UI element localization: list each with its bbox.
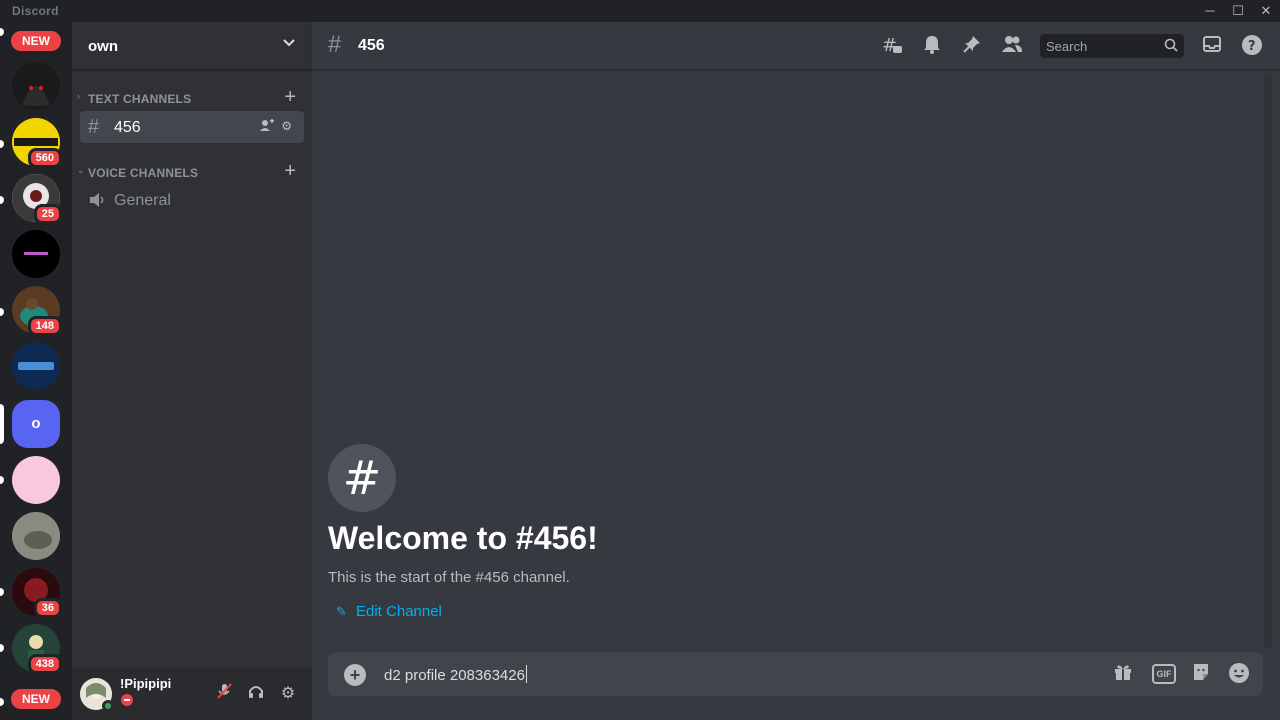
server-icon[interactable] (12, 342, 60, 390)
server-logo-icon (12, 342, 60, 390)
channel-hash-icon: # (328, 444, 396, 512)
cat-photo-icon (12, 512, 60, 560)
new-badge: NEW (8, 686, 64, 712)
dnd-status-icon (121, 694, 133, 706)
unread-indicator (0, 308, 4, 316)
server-logo-icon (12, 230, 60, 278)
unread-indicator (0, 588, 4, 596)
pin-icon[interactable] (960, 34, 984, 58)
channel-title: 456 (358, 37, 385, 54)
sticker-icon[interactable] (1189, 662, 1213, 686)
search-icon (1164, 38, 1178, 52)
maximize-button[interactable]: ☐ (1224, 0, 1252, 22)
user-panel: !Pipipipi ⚙ (72, 668, 312, 720)
server-header[interactable]: own (72, 22, 312, 70)
close-button[interactable]: ✕ (1252, 0, 1280, 22)
channel-456[interactable]: # 456 ⚙ (80, 111, 304, 143)
message-input-value: d2 profile 208363426 (384, 667, 525, 684)
user-settings-gear-icon[interactable]: ⚙ (276, 682, 300, 706)
server-icon[interactable]: 438 (12, 624, 62, 674)
create-channel-icon[interactable]: + (284, 161, 296, 181)
server-icon[interactable] (12, 62, 60, 110)
message-composer[interactable]: + d2 profile 208363426 GIF (328, 652, 1263, 696)
channel-sidebar: own › TEXT CHANNELS + # 456 ⚙ ⌄ VOICE CH… (72, 22, 312, 720)
unread-indicator (0, 140, 4, 148)
server-icon[interactable]: 148 (12, 286, 62, 336)
minimize-button[interactable]: ─ (1196, 0, 1224, 22)
create-channel-icon[interactable]: + (284, 87, 296, 107)
speaker-icon (88, 189, 106, 214)
category-voice-channels[interactable]: ⌄ VOICE CHANNELS + (72, 161, 312, 182)
edit-channel-link[interactable]: ✎ Edit Channel (336, 603, 442, 620)
server-list: NEW 560 25 148 o 36 438 NEW (0, 22, 72, 720)
username: !Pipipipi (120, 676, 172, 691)
online-status-icon (102, 700, 114, 712)
headphones-icon[interactable] (244, 682, 268, 706)
server-icon[interactable]: 560 (12, 118, 62, 168)
attach-plus-icon[interactable]: + (344, 664, 366, 686)
channel-name: 456 (114, 119, 141, 136)
invite-icon[interactable] (260, 119, 274, 134)
unread-indicator (0, 476, 4, 484)
server-icon[interactable] (12, 230, 60, 278)
new-badge: NEW (8, 28, 64, 54)
unread-indicator (0, 196, 4, 204)
hash-icon: # (328, 31, 342, 58)
emoji-icon[interactable] (1227, 662, 1251, 686)
message-input[interactable]: d2 profile 208363426 (384, 665, 527, 684)
member-list-icon[interactable] (1000, 34, 1024, 58)
app-name: Discord (12, 4, 59, 18)
unread-indicator (0, 698, 4, 706)
search-input[interactable] (1040, 34, 1160, 58)
text-caret (525, 665, 527, 683)
category-label: TEXT CHANNELS (88, 92, 192, 106)
server-icon[interactable] (12, 512, 60, 560)
pencil-icon: ✎ (336, 604, 347, 619)
search-box[interactable] (1040, 34, 1184, 58)
server-icon[interactable]: 36 (12, 568, 62, 618)
chevron-down-icon: ⌄ (77, 165, 85, 175)
category-label: VOICE CHANNELS (88, 166, 199, 180)
chevron-down-icon (282, 36, 296, 53)
unread-indicator (0, 644, 4, 652)
category-text-channels[interactable]: › TEXT CHANNELS + (72, 87, 312, 108)
mention-badge: 438 (27, 654, 62, 674)
server-icon[interactable]: 25 (12, 174, 62, 224)
mute-microphone-icon[interactable] (212, 682, 236, 706)
svg-text:?: ? (1248, 39, 1256, 54)
welcome-subtitle: This is the start of the #456 channel. (328, 569, 570, 586)
unread-indicator (0, 28, 4, 36)
chevron-right-icon: › (77, 91, 80, 101)
hooded-figure-icon (12, 62, 60, 110)
notification-bell-icon[interactable] (920, 34, 944, 58)
server-name: own (88, 38, 118, 55)
gif-button[interactable]: GIF (1152, 664, 1176, 684)
chat-area: # 456 # ? # Welcome to #456! This is th (312, 22, 1280, 720)
channel-general[interactable]: General (80, 184, 304, 216)
mention-badge: 148 (27, 316, 62, 336)
edit-channel-label: Edit Channel (356, 603, 442, 620)
mention-badge: 25 (33, 204, 62, 224)
channel-header: # 456 # ? (312, 22, 1280, 70)
selected-indicator (0, 404, 4, 444)
server-icon[interactable] (12, 456, 60, 504)
server-icon-own[interactable]: o (12, 400, 60, 448)
gift-icon[interactable] (1111, 662, 1135, 686)
scrollbar-track[interactable] (1264, 74, 1272, 648)
mention-badge: 560 (27, 148, 62, 168)
help-icon[interactable]: ? (1240, 34, 1264, 58)
title-bar: Discord ─ ☐ ✕ (0, 0, 1280, 22)
threads-icon[interactable]: # (880, 34, 904, 58)
channel-name: General (114, 192, 171, 209)
welcome-title: Welcome to #456! (328, 520, 598, 556)
mention-badge: 36 (33, 598, 62, 618)
hash-icon: # (88, 116, 100, 138)
inbox-icon[interactable] (1200, 34, 1224, 58)
gear-icon[interactable]: ⚙ (281, 119, 292, 133)
